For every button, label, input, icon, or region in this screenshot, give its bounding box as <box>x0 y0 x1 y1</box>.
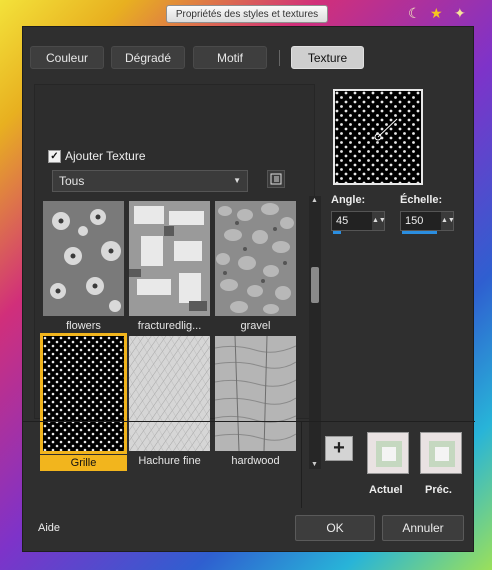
hardwood-texture-image <box>215 336 296 451</box>
moon-icon[interactable]: ☾ <box>408 5 421 21</box>
current-swatch[interactable] <box>367 432 409 474</box>
gravel-texture-image <box>215 201 296 316</box>
tab-texture[interactable]: Texture <box>291 46 364 69</box>
texture-thumb-fracturedlight[interactable]: fracturedlig... <box>129 201 210 332</box>
help-link[interactable]: Aide <box>38 522 60 534</box>
tab-separator <box>279 50 280 66</box>
thumb-label: Hachure fine <box>138 455 201 467</box>
chevron-down-icon: ▼ <box>233 176 241 185</box>
tab-degrade[interactable]: Dégradé <box>111 46 185 69</box>
hachure-texture-image <box>129 336 210 451</box>
thumbnail-scrollbar[interactable]: ▲ ▼ <box>309 196 321 469</box>
add-texture-checkbox[interactable]: ✓ <box>48 150 61 163</box>
star-icon[interactable]: ★ <box>430 5 443 21</box>
current-label: Actuel <box>369 484 403 496</box>
section-divider <box>23 421 475 422</box>
tab-couleur[interactable]: Couleur <box>30 46 104 69</box>
sparkle-icon[interactable]: ✦ <box>454 5 466 21</box>
spinner-arrows-icon[interactable]: ▲▼ <box>372 212 386 230</box>
list-view-button[interactable] <box>267 170 285 188</box>
scroll-up-icon[interactable]: ▲ <box>311 197 318 204</box>
dialog-window: Couleur Dégradé Motif Texture ✓ Ajouter … <box>22 26 475 552</box>
texture-thumb-hachure-fine[interactable]: Hachure fine <box>129 336 210 467</box>
texture-thumb-grille[interactable]: Grille <box>40 333 127 471</box>
texture-thumb-gravel[interactable]: gravel <box>215 201 296 332</box>
texture-panel: ✓ Ajouter Texture Tous ▼ flowers fractur… <box>34 84 321 471</box>
thumb-label: gravel <box>240 320 271 332</box>
scale-slider-bar[interactable] <box>402 231 437 234</box>
angle-value: 45 <box>336 215 349 227</box>
thumb-label: flowers <box>66 320 101 332</box>
list-view-icon <box>270 173 282 185</box>
window-title: Propriétés des styles et textures <box>166 5 328 23</box>
vertical-divider <box>301 422 302 508</box>
scrollbar-thumb[interactable] <box>311 267 319 303</box>
add-swatch-button[interactable]: + <box>325 436 353 461</box>
previous-label: Préc. <box>425 484 452 496</box>
grille-texture-image <box>40 333 127 454</box>
ok-button[interactable]: OK <box>295 515 375 541</box>
texture-thumb-flowers[interactable]: flowers <box>43 201 124 332</box>
category-select[interactable]: Tous ▼ <box>52 170 248 192</box>
tab-motif[interactable]: Motif <box>193 46 267 69</box>
add-texture-label: Ajouter Texture <box>65 149 146 163</box>
preview-image <box>335 91 421 183</box>
spinner-arrows-icon[interactable]: ▲▼ <box>441 212 455 230</box>
texture-preview[interactable] <box>333 89 423 185</box>
thumb-label: hardwood <box>231 455 280 467</box>
cancel-button[interactable]: Annuler <box>382 515 464 541</box>
angle-label: Angle: <box>331 194 366 206</box>
texture-thumb-hardwood[interactable]: hardwood <box>215 336 296 467</box>
scale-value: 150 <box>405 215 424 227</box>
scale-label: Échelle: <box>400 194 443 206</box>
angle-slider-bar[interactable] <box>333 231 341 234</box>
thumb-label: fracturedlig... <box>137 320 202 332</box>
fractured-texture-image <box>129 201 210 316</box>
scroll-down-icon[interactable]: ▼ <box>311 461 318 468</box>
angle-spinner[interactable]: 45 ▲▼ <box>331 211 386 234</box>
flowers-texture-image <box>43 201 124 316</box>
thumb-label: Grille <box>40 455 127 471</box>
scale-spinner[interactable]: 150 ▲▼ <box>400 211 455 234</box>
category-select-value: Tous <box>59 174 85 188</box>
previous-swatch[interactable] <box>420 432 462 474</box>
